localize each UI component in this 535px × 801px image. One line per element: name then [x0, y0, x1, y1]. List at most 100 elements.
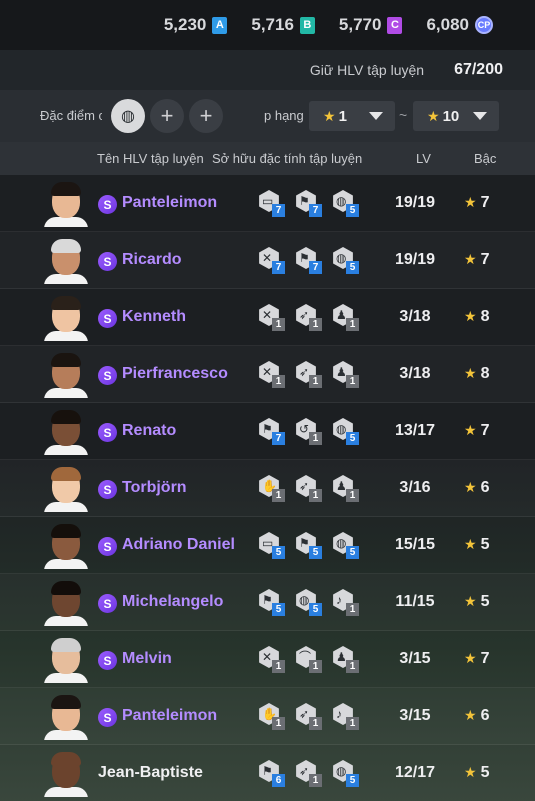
kick-icon[interactable]: ➶ 1 [295, 304, 322, 331]
ball-icon[interactable]: ◍ 5 [332, 532, 359, 559]
trait-level: 1 [309, 774, 322, 787]
coach-row[interactable]: Jean-Baptiste ⚑ 6 ➶ 1 ◍ 5 12/17 ★ 5 [0, 745, 535, 801]
special-coach-icon: S [98, 537, 117, 556]
rank-value: 5 [480, 593, 490, 610]
screen-icon[interactable]: ▭ 5 [258, 532, 285, 559]
coach-row[interactable]: S Pierfrancesco ✕ 1 ➶ 1 ♟ 1 3/18 ★ 8 [0, 346, 535, 403]
tackle-icon[interactable]: ✕ 1 [258, 361, 285, 388]
player-icon[interactable]: ♟ 1 [332, 475, 359, 502]
star-icon: ★ [464, 422, 477, 438]
whistle-icon[interactable]: ♪ 1 [332, 703, 359, 730]
ball-icon[interactable]: ◍ 5 [332, 190, 359, 217]
kick-icon[interactable]: ➶ 1 [295, 475, 322, 502]
coach-row[interactable]: S Renato ⚑ 7 ↺ 1 ◍ 5 13/17 ★ 7 [0, 403, 535, 460]
run-icon[interactable]: ⚑ 5 [258, 589, 285, 616]
screen-icon[interactable]: ▭ 7 [258, 190, 285, 217]
star-icon: ★ [464, 365, 477, 381]
coach-name: Adriano Daniel [122, 536, 235, 553]
add-trait-filter-button-2[interactable]: + [189, 99, 223, 133]
column-rank[interactable]: Bậc [474, 151, 496, 166]
coach-row[interactable]: S Melvin ✕ 1 ⌒ 1 ♟ 1 3/15 ★ 7 [0, 631, 535, 688]
trait-level: 5 [309, 603, 322, 616]
coach-name: Jean-Baptiste [98, 764, 203, 781]
coach-row[interactable]: S Michelangelo ⚑ 5 ◍ 5 ♪ 1 11/15 ★ 5 [0, 574, 535, 631]
coach-row[interactable]: S Kenneth ✕ 1 ➶ 1 ♟ 1 3/18 ★ 8 [0, 289, 535, 346]
kick-icon[interactable]: ➶ 1 [295, 703, 322, 730]
kick-icon[interactable]: ➶ 1 [295, 760, 322, 787]
column-name[interactable]: Tên HLV tập luyện [97, 151, 204, 166]
coach-row[interactable]: S Ricardo ✕ 7 ⚑ 7 ◍ 5 19/19 ★ 7 [0, 232, 535, 289]
currency-c: 5,770 C [339, 15, 403, 35]
trait-filter-selected[interactable]: ◍ [111, 99, 145, 133]
run-icon[interactable]: ⚑ 5 [295, 532, 322, 559]
holding-count: 67/200 [454, 61, 503, 78]
tackle-icon[interactable]: ✕ 1 [258, 304, 285, 331]
coach-row[interactable]: S Panteleimon ✋ 1 ➶ 1 ♪ 1 3/15 ★ 6 [0, 688, 535, 745]
special-coach-icon: S [98, 708, 117, 727]
trait-level: 1 [346, 489, 359, 502]
coach-level: 3/15 [399, 650, 431, 667]
coach-name: Melvin [122, 650, 172, 667]
trait-level: 7 [309, 204, 322, 217]
player-icon[interactable]: ♟ 1 [332, 646, 359, 673]
tackle-icon[interactable]: ✕ 1 [258, 646, 285, 673]
rank-value: 6 [480, 479, 490, 496]
coach-rank: ★ 7 [464, 422, 489, 440]
coach-name: Pierfrancesco [122, 365, 228, 382]
run-icon[interactable]: ⚑ 7 [295, 190, 322, 217]
tackle-icon[interactable]: ✕ 7 [258, 247, 285, 274]
rank-value: 7 [480, 650, 490, 667]
trait-level: 1 [272, 717, 285, 730]
trait-level: 1 [346, 717, 359, 730]
trait-level: 5 [346, 432, 359, 445]
coach-level: 12/17 [394, 764, 436, 781]
rank-to-value: 10 [442, 107, 460, 125]
holding-row: Giữ HLV tập luyện 67/200 [0, 50, 535, 90]
coach-row[interactable]: S Adriano Daniel ▭ 5 ⚑ 5 ◍ 5 15/15 ★ 5 [0, 517, 535, 574]
coach-row[interactable]: S Torbjörn ✋ 1 ➶ 1 ♟ 1 3/16 ★ 6 [0, 460, 535, 517]
whistle-icon[interactable]: ♪ 1 [332, 589, 359, 616]
chevron-down-icon [369, 112, 383, 120]
player-icon[interactable]: ♟ 1 [332, 304, 359, 331]
trait-level: 1 [309, 318, 322, 331]
star-icon: ★ [464, 650, 477, 666]
currency-c-icon: C [387, 16, 403, 34]
trait-level: 1 [309, 660, 322, 673]
coach-name: Torbjörn [122, 479, 187, 496]
keeper-icon[interactable]: ✋ 1 [258, 703, 285, 730]
trait-level: 1 [346, 660, 359, 673]
rank-from-dropdown[interactable]: ★ 1 [309, 101, 395, 131]
ball-icon: ◍ [121, 108, 135, 125]
coach-avatar [44, 751, 88, 797]
ball-icon[interactable]: ◍ 5 [332, 247, 359, 274]
special-coach-icon: S [98, 594, 117, 613]
rank-to-dropdown[interactable]: ★ 10 [413, 101, 499, 131]
kick-icon[interactable]: ➶ 1 [295, 361, 322, 388]
dribble-icon[interactable]: ↺ 1 [295, 418, 322, 445]
column-lv[interactable]: LV [416, 151, 431, 166]
rank-value: 7 [480, 251, 490, 268]
coach-level: 11/15 [395, 593, 435, 610]
plus-icon: + [199, 103, 213, 128]
star-icon: ★ [464, 536, 477, 552]
coach-rank: ★ 5 [464, 764, 489, 782]
coach-row[interactable]: S Panteleimon ▭ 7 ⚑ 7 ◍ 5 19/19 ★ 7 [0, 175, 535, 232]
header-icon[interactable]: ⌒ 1 [295, 646, 322, 673]
currency-b-value: 5,716 [251, 15, 294, 34]
coach-level: 19/19 [394, 194, 436, 211]
player-icon[interactable]: ♟ 1 [332, 361, 359, 388]
ball-icon[interactable]: ◍ 5 [332, 760, 359, 787]
coach-name: Kenneth [122, 308, 186, 325]
ball-icon[interactable]: ◍ 5 [295, 589, 322, 616]
run-icon[interactable]: ⚑ 7 [295, 247, 322, 274]
run-icon[interactable]: ⚑ 6 [258, 760, 285, 787]
keeper-icon[interactable]: ✋ 1 [258, 475, 285, 502]
run-icon[interactable]: ⚑ 7 [258, 418, 285, 445]
holding-label: Giữ HLV tập luyện [309, 62, 425, 78]
special-coach-icon: S [98, 423, 117, 442]
add-trait-filter-button[interactable]: + [150, 99, 184, 133]
ball-icon[interactable]: ◍ 5 [332, 418, 359, 445]
rank-value: 7 [480, 194, 490, 211]
column-traits[interactable]: Sở hữu đặc tính tập luyện [212, 151, 362, 166]
coach-rank: ★ 7 [464, 251, 489, 269]
